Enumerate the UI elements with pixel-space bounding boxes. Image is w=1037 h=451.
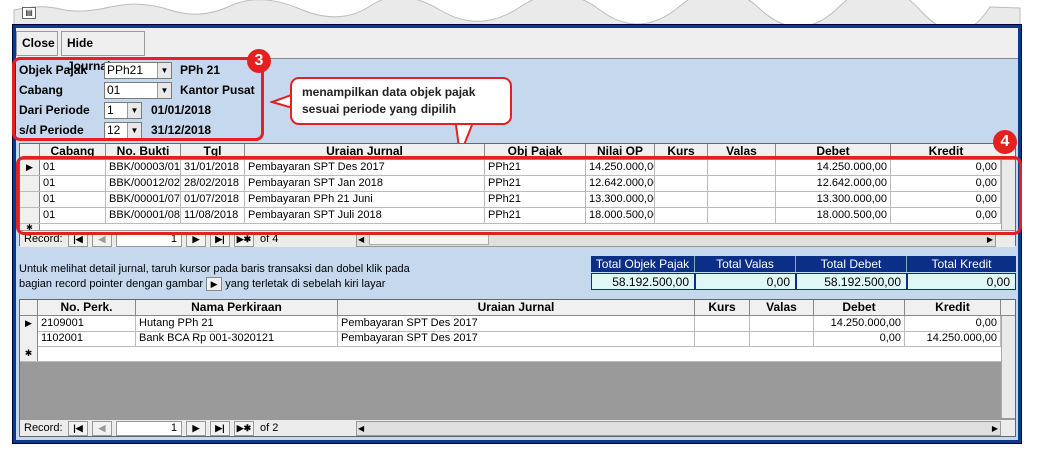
- table-cell[interactable]: Pembayaran SPT Des 2017: [338, 316, 695, 331]
- callout-text: menampilkan data objek pajak sesuai peri…: [302, 85, 476, 116]
- table-cell[interactable]: [695, 316, 750, 331]
- scroll-left-icon[interactable]: ◀: [358, 422, 364, 435]
- toolbar: [16, 28, 1018, 59]
- record-number-input[interactable]: 1: [116, 421, 182, 436]
- horizontal-scrollbar[interactable]: ◀ ▶: [356, 421, 1001, 436]
- total-objek-pajak-header: Total Objek Pajak: [591, 256, 695, 272]
- next-record-icon[interactable]: ▶: [186, 421, 206, 436]
- total-debet-value: 58.192.500,00: [796, 273, 907, 290]
- annotation-box-grid: [16, 156, 1022, 235]
- header-corner: [20, 300, 38, 315]
- table-cell[interactable]: [750, 316, 814, 331]
- record-navigator: Record: |◀ ◀ 1 ▶ ▶| ▶✱ of 2 ◀ ▶: [20, 419, 1015, 436]
- table-cell[interactable]: [695, 331, 750, 346]
- col-kredit[interactable]: Kredit: [905, 300, 1001, 315]
- prev-record-icon[interactable]: ◀: [92, 421, 112, 436]
- annotation-badge-3: 3: [247, 49, 271, 73]
- torn-edge-decoration: [13, 0, 1021, 26]
- total-kredit-header: Total Kredit: [907, 256, 1016, 272]
- total-kredit-value: 0,00: [907, 273, 1016, 290]
- col-kurs[interactable]: Kurs: [695, 300, 750, 315]
- row-selector[interactable]: [20, 331, 38, 346]
- info-line-1: Untuk melihat detail jurnal, taruh kurso…: [19, 263, 410, 275]
- new-record-marker-icon: ✱: [20, 346, 38, 361]
- info-line-2a: bagian record pointer dengan gambar: [19, 278, 204, 290]
- new-record-icon[interactable]: ▶✱: [234, 421, 254, 436]
- grid-header: No. Perk. Nama Perkiraan Uraian Jurnal K…: [20, 300, 1015, 316]
- table-cell[interactable]: Hutang PPh 21: [136, 316, 338, 331]
- annotation-badge-4: 4: [993, 130, 1017, 154]
- close-button-label: Close: [22, 36, 55, 50]
- total-valas-header: Total Valas: [695, 256, 796, 272]
- scroll-thumb[interactable]: [369, 234, 489, 245]
- table-cell[interactable]: 0,00: [905, 316, 1001, 331]
- table-cell[interactable]: 1102001: [38, 331, 136, 346]
- window-titlebar: ▤: [0, 0, 1037, 26]
- info-line-2b: yang terletak di sebelah kiri layar: [225, 278, 386, 290]
- callout-note: menampilkan data objek pajak sesuai peri…: [290, 77, 512, 125]
- table-cell[interactable]: Bank BCA Rp 001-3020121: [136, 331, 338, 346]
- table-cell[interactable]: Pembayaran SPT Des 2017: [338, 331, 695, 346]
- close-button[interactable]: Close: [16, 31, 58, 56]
- record-count: of 2: [260, 422, 279, 434]
- col-debet[interactable]: Debet: [814, 300, 905, 315]
- scroll-right-icon[interactable]: ▶: [992, 422, 998, 435]
- col-uraian-jurnal[interactable]: Uraian Jurnal: [338, 300, 695, 315]
- total-valas-value: 0,00: [695, 273, 796, 290]
- annotation-box-params: [12, 57, 264, 141]
- record-pointer-icon: ▶: [206, 277, 223, 292]
- total-objek-pajak-value: 58.192.500,00: [591, 273, 695, 290]
- table-cell[interactable]: 14.250.000,00: [905, 331, 1001, 346]
- total-debet-header: Total Debet: [796, 256, 907, 272]
- journal-detail-grid: No. Perk. Nama Perkiraan Uraian Jurnal K…: [19, 299, 1016, 437]
- record-pointer-icon[interactable]: ▶: [20, 316, 38, 331]
- table-cell[interactable]: [750, 331, 814, 346]
- col-nama-perkiraan[interactable]: Nama Perkiraan: [136, 300, 338, 315]
- hide-journal-button[interactable]: Hide Journal: [61, 31, 145, 73]
- table-cell[interactable]: 14.250.000,00: [814, 316, 905, 331]
- col-valas[interactable]: Valas: [750, 300, 814, 315]
- first-record-icon[interactable]: |◀: [68, 421, 88, 436]
- record-label: Record:: [24, 422, 63, 434]
- totals-panel: Total Objek Pajak Total Valas Total Debe…: [591, 256, 1016, 290]
- table-cell[interactable]: 2109001: [38, 316, 136, 331]
- new-row[interactable]: ✱: [20, 346, 1001, 362]
- table-row[interactable]: 1102001 Bank BCA Rp 001-3020121 Pembayaran…: [20, 331, 1001, 347]
- col-no-perk[interactable]: No. Perk.: [38, 300, 136, 315]
- app-window-icon: ▤: [22, 7, 36, 19]
- last-record-icon[interactable]: ▶|: [210, 421, 230, 436]
- info-text: Untuk melihat detail jurnal, taruh kurso…: [19, 262, 579, 292]
- vertical-scrollbar[interactable]: [1001, 316, 1015, 418]
- table-row[interactable]: ▶ 2109001 Hutang PPh 21 Pembayaran SPT Des …: [20, 316, 1001, 332]
- table-cell[interactable]: 0,00: [814, 331, 905, 346]
